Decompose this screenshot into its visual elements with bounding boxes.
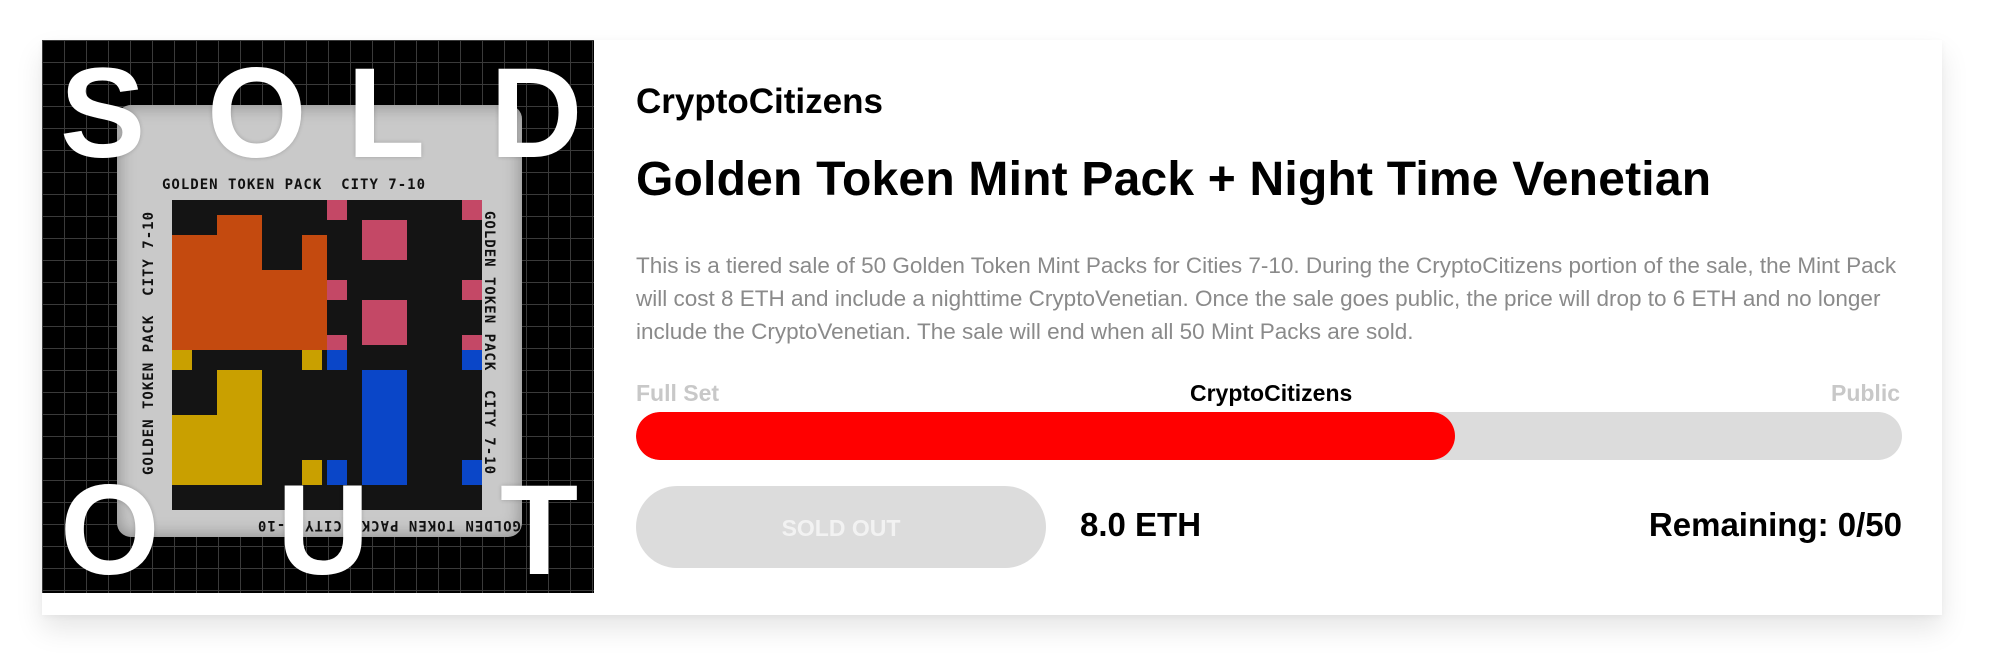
pixel-block [462,350,482,370]
out-overlay-letter: U [277,459,370,594]
pixel-block [217,215,262,255]
pixel-block [172,415,262,485]
pixel-block [327,200,347,220]
pixel-block [217,370,262,415]
sale-progress-bar [636,412,1902,460]
pack-label-left: GOLDEN TOKEN PACK CITY 7-10 [141,210,158,476]
product-title: Golden Token Mint Pack + Night Time Vene… [636,153,1712,206]
phase-label-full-set: Full Set [636,380,720,406]
pixel-block [302,235,327,275]
pixel-block [172,350,192,370]
out-overlay-letter: T [500,459,579,594]
sold-overlay-letter: D [490,42,583,185]
remaining-count: Remaining: 0/50 [1648,506,1902,543]
pixel-block [262,270,327,350]
out-overlay-letter: O [60,459,160,594]
pixel-block [462,280,482,300]
sale-description: This is a tiered sale of 50 Golden Token… [636,253,1897,344]
phase-label-public: Public [1830,380,1900,406]
pixel-block [327,350,347,370]
pixel-block [362,220,407,260]
pixel-block [302,350,322,370]
collection-name: CryptoCitizens [636,82,883,121]
sale-progress-fill [636,412,1456,460]
price-value: 8.0 ETH [1080,506,1202,543]
sold-overlay-letter: L [347,42,426,185]
pack-label-right: GOLDEN TOKEN PACK CITY 7-10 [481,210,498,476]
pixel-block [362,300,407,345]
pixel-block [462,200,482,220]
pixel-block [462,460,482,485]
phase-label-active: CryptoCitizens [1190,380,1353,406]
pixel-block [327,280,347,300]
sold-overlay-letter: O [207,42,307,185]
sold-overlay-letter: S [60,42,146,185]
mint-pack-artwork: GOLDEN TOKEN PACK CITY 7-10 GOLDEN TOKEN… [42,40,594,593]
sold-out-button[interactable]: SOLD OUT [636,486,1046,568]
